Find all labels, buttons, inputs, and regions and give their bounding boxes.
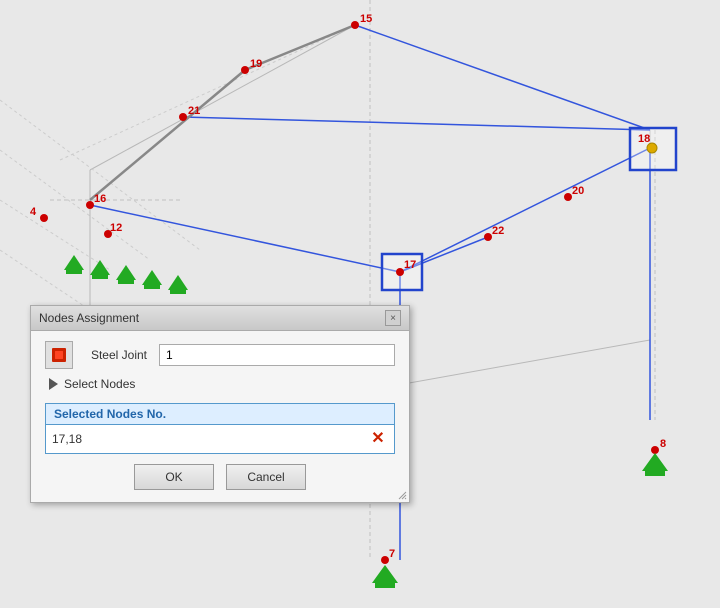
node-19-label: 19: [250, 58, 262, 70]
steel-joint-row: Steel Joint: [45, 341, 395, 369]
node-8-label: 8: [660, 438, 666, 450]
node-12-label: 12: [110, 222, 122, 234]
node-21-label: 21: [188, 105, 200, 117]
x-icon: ✕: [371, 431, 384, 447]
selected-nodes-section: Selected Nodes No. ✕: [45, 403, 395, 454]
node-16-label: 16: [94, 193, 106, 205]
dialog-body: Steel Joint Select Nodes Selected Nodes …: [31, 331, 409, 502]
node-4-label: 4: [30, 206, 37, 218]
joint-icon: [50, 346, 68, 364]
scene-canvas: 15 19 21 16 4 12 20 22 18 17 8 7: [0, 0, 720, 608]
nodes-assignment-dialog: Nodes Assignment × Steel Joint Select No…: [30, 305, 410, 503]
select-nodes-row: Select Nodes: [45, 377, 395, 391]
steel-joint-icon-button[interactable]: [45, 341, 73, 369]
dialog-close-button[interactable]: ×: [385, 310, 401, 326]
selected-nodes-header-text: Selected Nodes No.: [54, 407, 166, 421]
selected-nodes-input[interactable]: [52, 432, 368, 446]
node-15-label: 15: [360, 13, 372, 25]
steel-joint-input[interactable]: [159, 344, 395, 366]
ok-button[interactable]: OK: [134, 464, 214, 490]
node-17-label: 17: [404, 259, 416, 271]
resize-handle[interactable]: [397, 490, 407, 500]
cancel-button[interactable]: Cancel: [226, 464, 306, 490]
select-nodes-label: Select Nodes: [64, 377, 135, 391]
button-row: OK Cancel: [45, 464, 395, 490]
selected-nodes-header: Selected Nodes No.: [46, 404, 394, 425]
node-20-label: 20: [572, 185, 584, 197]
selected-nodes-input-row: ✕: [46, 425, 394, 453]
node-7-label: 7: [389, 548, 395, 560]
clear-button[interactable]: ✕: [368, 429, 388, 449]
dialog-title: Nodes Assignment: [39, 311, 139, 325]
node-22-label: 22: [492, 225, 504, 237]
dialog-titlebar: Nodes Assignment ×: [31, 306, 409, 331]
triangle-icon: [49, 378, 58, 390]
node-18-label: 18: [638, 133, 650, 145]
steel-joint-label: Steel Joint: [79, 348, 159, 362]
